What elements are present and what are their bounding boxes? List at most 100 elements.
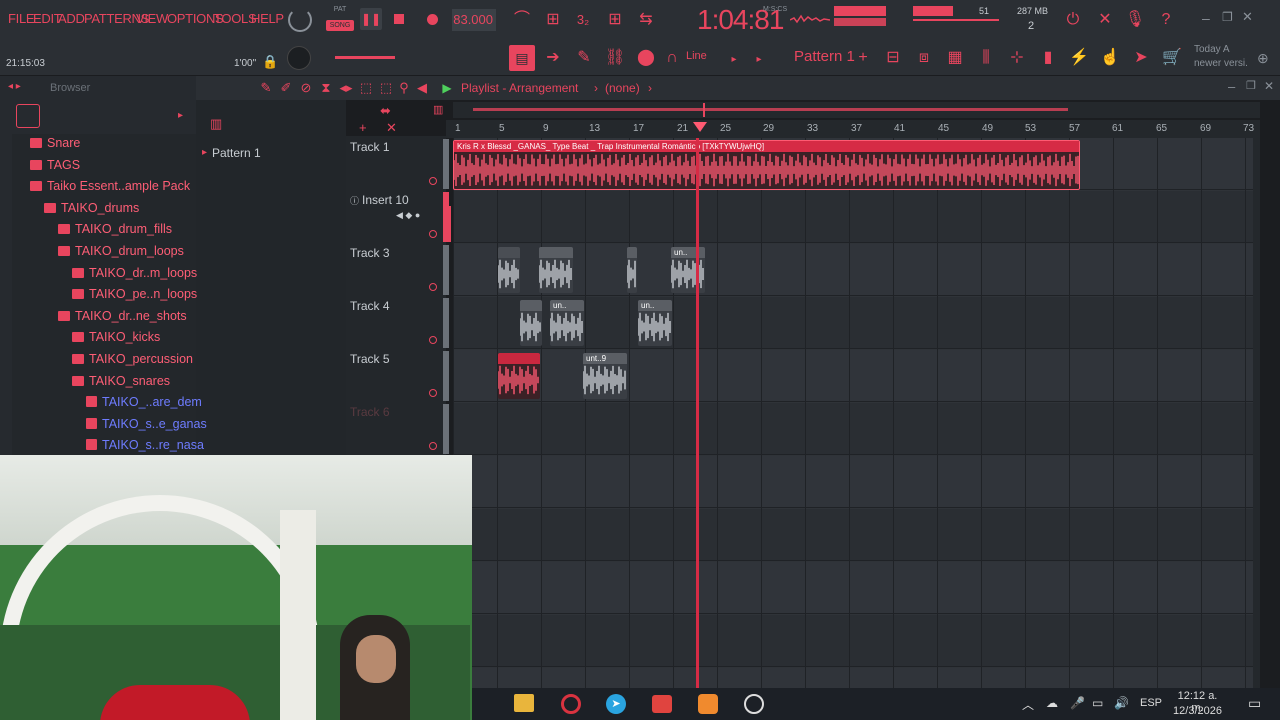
audio-clip[interactable] bbox=[498, 247, 520, 293]
tools-icon[interactable]: ✕ bbox=[1094, 10, 1116, 30]
master-volume-bar[interactable] bbox=[913, 6, 953, 16]
news-line-2[interactable]: newer versi. bbox=[1194, 58, 1248, 69]
browser-item[interactable]: TAIKO_..are_dem bbox=[86, 395, 202, 409]
snap-arrow-icon[interactable]: ▸ bbox=[727, 50, 741, 70]
network-icon[interactable]: ▭ bbox=[1092, 696, 1103, 710]
track-lane[interactable] bbox=[453, 456, 1260, 508]
delete-tool-icon[interactable]: ⊘ bbox=[298, 78, 314, 98]
delete-track-icon[interactable]: ✕ bbox=[386, 120, 397, 136]
track-mute-icon[interactable] bbox=[429, 442, 437, 450]
stop-icon[interactable] bbox=[394, 14, 404, 24]
pattern-arrow-icon[interactable]: ▸ bbox=[202, 147, 207, 158]
browser-search-icon[interactable] bbox=[16, 104, 40, 128]
insert-info-icon[interactable]: ⓘ bbox=[350, 194, 359, 207]
playlist-minimize-icon[interactable]: – bbox=[1228, 79, 1235, 94]
onedrive-icon[interactable]: ☁ bbox=[1046, 696, 1058, 710]
track-lane[interactable] bbox=[453, 350, 1260, 402]
browser-scroll-right-icon[interactable]: ▸ bbox=[178, 110, 183, 121]
mute-tool-icon[interactable]: ⧗ bbox=[318, 78, 334, 98]
audio-clip-main[interactable]: Kris R x Blessd _GANAS_ Type Beat _ Trap… bbox=[453, 140, 1080, 190]
pattern-list-item[interactable]: Pattern 1 bbox=[212, 146, 261, 160]
telegram-icon[interactable]: ➤ bbox=[606, 694, 626, 714]
audio-clip[interactable] bbox=[498, 353, 540, 399]
arrangement-selector[interactable]: (none) bbox=[605, 81, 640, 95]
language-indicator[interactable]: ESP bbox=[1140, 697, 1162, 709]
browser-item[interactable]: TAIKO_percussion bbox=[72, 352, 193, 366]
zoom-h-icon[interactable]: ⬌ bbox=[380, 103, 391, 119]
loop-record-icon[interactable]: ⇆ bbox=[635, 10, 657, 30]
audio-clip[interactable] bbox=[539, 247, 573, 293]
cpu-knob-icon[interactable] bbox=[288, 8, 312, 32]
tray-chevron-icon[interactable]: ︿ bbox=[1022, 696, 1034, 713]
track-name[interactable]: Track 4 bbox=[350, 299, 390, 313]
track-mute-icon[interactable] bbox=[429, 389, 437, 397]
obs-icon[interactable] bbox=[744, 694, 764, 714]
zoom-tool-icon[interactable]: ⚲ bbox=[396, 78, 412, 98]
mixer-icon[interactable]: ⫼ bbox=[975, 48, 997, 68]
audio-clip[interactable] bbox=[627, 247, 637, 293]
update-icon[interactable]: ⊕ bbox=[1257, 50, 1269, 67]
track-color-strip[interactable] bbox=[443, 245, 449, 295]
track-name[interactable]: Track 1 bbox=[350, 140, 390, 154]
audio-clip[interactable]: un.. bbox=[671, 247, 705, 293]
metronome-icon[interactable]: ⌒ bbox=[512, 10, 532, 30]
countdown-icon[interactable]: 3₂ bbox=[572, 10, 594, 30]
piano-roll-icon[interactable]: ▦ bbox=[944, 48, 966, 68]
file-explorer-icon[interactable] bbox=[514, 694, 534, 712]
insert-controls-icon[interactable]: ◀ ◆ ● bbox=[396, 210, 420, 221]
draw-tool-icon[interactable]: ✎ bbox=[574, 48, 594, 68]
tempo-display[interactable]: 83.000 bbox=[452, 9, 496, 31]
opera-icon[interactable] bbox=[561, 694, 581, 714]
magnet-icon[interactable]: ∩ bbox=[664, 48, 680, 68]
browser-item[interactable]: TAIKO_kicks bbox=[72, 330, 160, 344]
stamp-icon[interactable]: ⬤ bbox=[636, 48, 656, 68]
browser-item[interactable]: TAIKO_drum_loops bbox=[58, 244, 184, 258]
browser-item[interactable]: TAIKO_pe..n_loops bbox=[72, 287, 197, 301]
minimize-icon[interactable]: – bbox=[1202, 10, 1210, 26]
browser-item[interactable]: TAIKO_drum_fills bbox=[58, 222, 172, 236]
playlist-icon[interactable]: ⊟ bbox=[882, 48, 904, 68]
menu-file[interactable]: FILE bbox=[8, 11, 35, 26]
menu-help[interactable]: HELP bbox=[251, 11, 284, 26]
menu-tools[interactable]: TOOLS bbox=[214, 11, 257, 26]
pause-icon[interactable]: ❚❚ bbox=[360, 8, 382, 30]
track-lane[interactable] bbox=[453, 403, 1260, 455]
audio-clip[interactable] bbox=[520, 300, 542, 346]
track-mute-icon[interactable] bbox=[429, 230, 437, 238]
power-icon[interactable]: ⏻ bbox=[1062, 10, 1084, 30]
track-color-strip[interactable] bbox=[443, 139, 449, 189]
plugin-icon[interactable]: ⚡ bbox=[1068, 48, 1090, 68]
browser-item[interactable]: TAIKO_snares bbox=[72, 374, 170, 388]
pat-toggle[interactable]: PAT bbox=[326, 6, 354, 16]
pattern-prev-icon[interactable]: ▸ bbox=[752, 50, 766, 70]
lock-icon[interactable]: 🔒 bbox=[262, 54, 278, 70]
browser-item[interactable]: TAIKO_dr..ne_shots bbox=[58, 309, 187, 323]
playlist-close-icon[interactable]: ✕ bbox=[1264, 79, 1274, 93]
zoom-v-icon[interactable]: ▥ bbox=[433, 103, 443, 116]
track-color-strip[interactable] bbox=[443, 404, 449, 454]
track-mute-icon[interactable] bbox=[429, 283, 437, 291]
slice-tool-icon[interactable]: ⬚ bbox=[358, 78, 374, 98]
track-mute-icon[interactable] bbox=[429, 336, 437, 344]
browser-item[interactable]: TAIKO_s..re_nasa bbox=[86, 438, 204, 452]
playlist-maximize-icon[interactable]: ❐ bbox=[1246, 79, 1256, 92]
playlist-view-icon[interactable]: ▤ bbox=[509, 45, 535, 71]
browser-icon[interactable]: ⊹ bbox=[1006, 48, 1028, 68]
track-lane[interactable] bbox=[453, 615, 1260, 667]
add-pattern-icon[interactable]: + bbox=[856, 48, 870, 68]
browser-item[interactable]: TAGS bbox=[30, 158, 80, 172]
track-lane[interactable] bbox=[453, 562, 1260, 614]
snap-mode[interactable]: Line bbox=[686, 50, 707, 62]
browser-item[interactable]: Taiko Essent..ample Pack bbox=[30, 179, 190, 193]
add-track-icon[interactable]: + bbox=[359, 120, 367, 135]
mic-tray-icon[interactable]: 🎤 bbox=[1070, 696, 1085, 710]
send-icon[interactable]: ➤ bbox=[1130, 48, 1152, 68]
menu-add[interactable]: ADD bbox=[58, 11, 85, 26]
volume-icon[interactable]: 🔊 bbox=[1114, 696, 1129, 710]
browser-arrows-icon[interactable]: ◂ ▸ bbox=[8, 81, 21, 92]
maximize-icon[interactable]: ❐ bbox=[1222, 10, 1233, 24]
track-lane[interactable] bbox=[453, 244, 1260, 296]
help-icon[interactable]: ? bbox=[1155, 10, 1177, 30]
playlist-grid[interactable]: Kris R x Blessd _GANAS_ Type Beat _ Trap… bbox=[446, 138, 1260, 720]
paint-tool-icon[interactable]: ✐ bbox=[278, 78, 294, 98]
